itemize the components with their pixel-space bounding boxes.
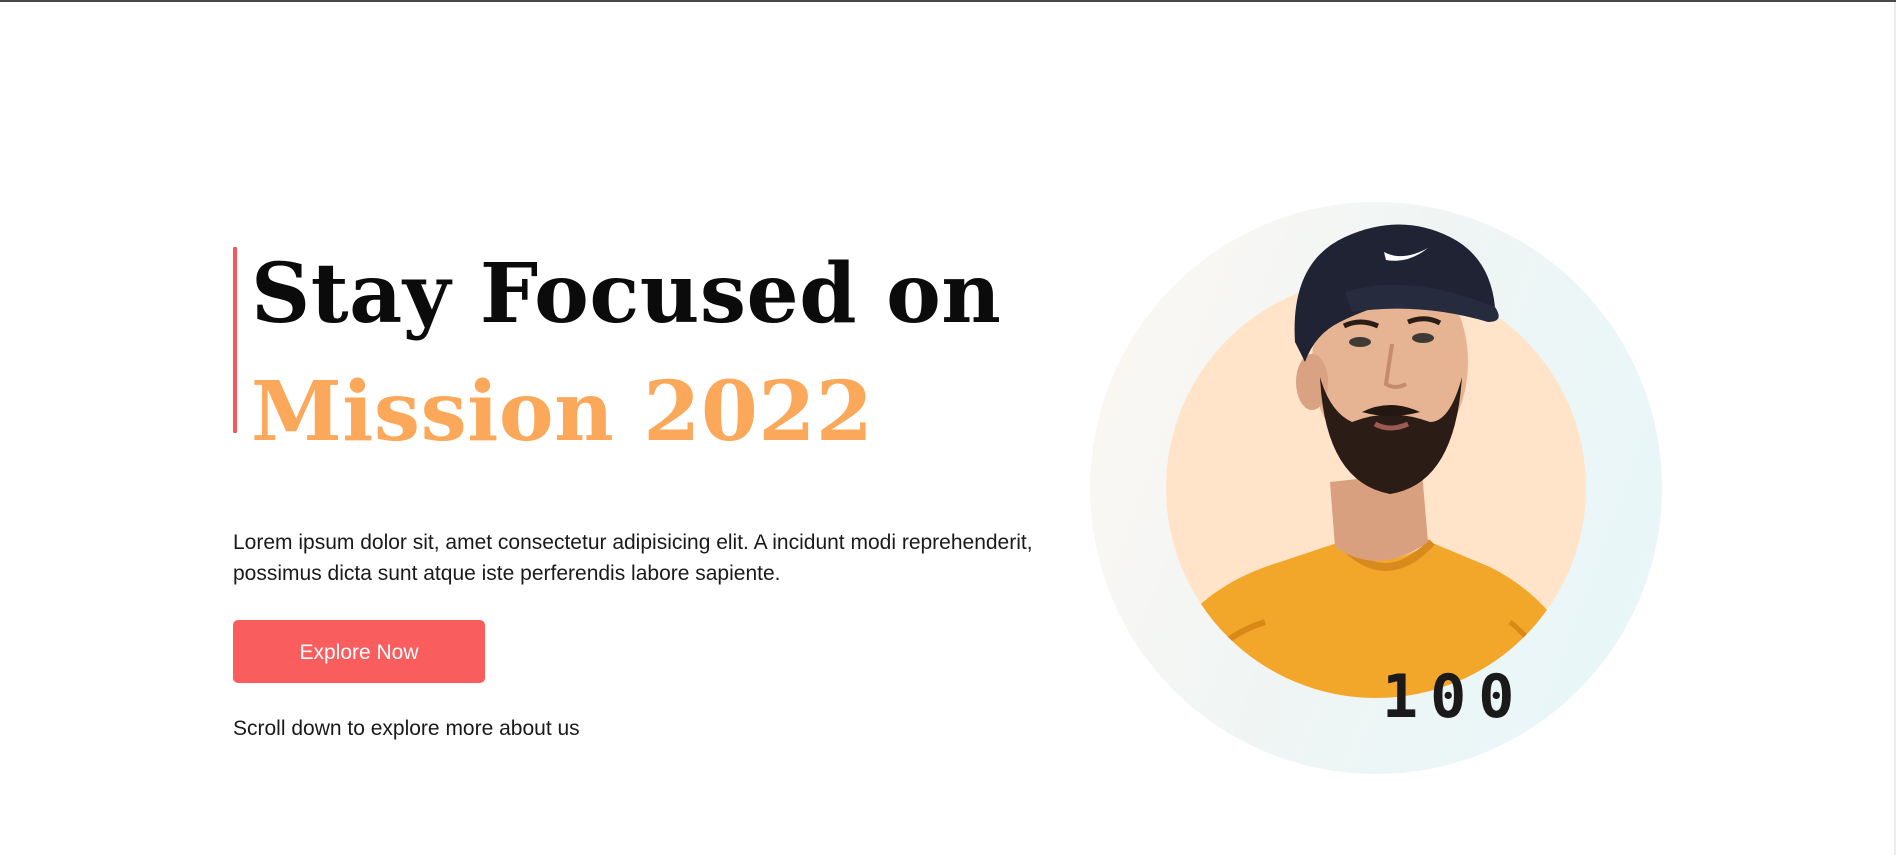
hero-description: Lorem ipsum dolor sit, amet consectetur … bbox=[233, 531, 1033, 585]
title-line-primary: Stay Focused on bbox=[251, 246, 1002, 342]
hero-title: Stay Focused on Mission 2022 bbox=[233, 235, 1033, 471]
inner-disc bbox=[1166, 278, 1586, 698]
landing-page: Stay Focused on Mission 2022 Lorem ipsum… bbox=[0, 0, 1896, 855]
title-accent-bar bbox=[233, 247, 237, 433]
hero-image: 100 bbox=[1090, 202, 1662, 774]
title-line-highlight: Mission 2022 bbox=[251, 364, 874, 460]
explore-now-button[interactable]: Explore Now bbox=[233, 620, 485, 683]
scroll-hint: Scroll down to explore more about us bbox=[233, 717, 580, 740]
hero-content: Stay Focused on Mission 2022 Lorem ipsum… bbox=[233, 235, 1033, 741]
